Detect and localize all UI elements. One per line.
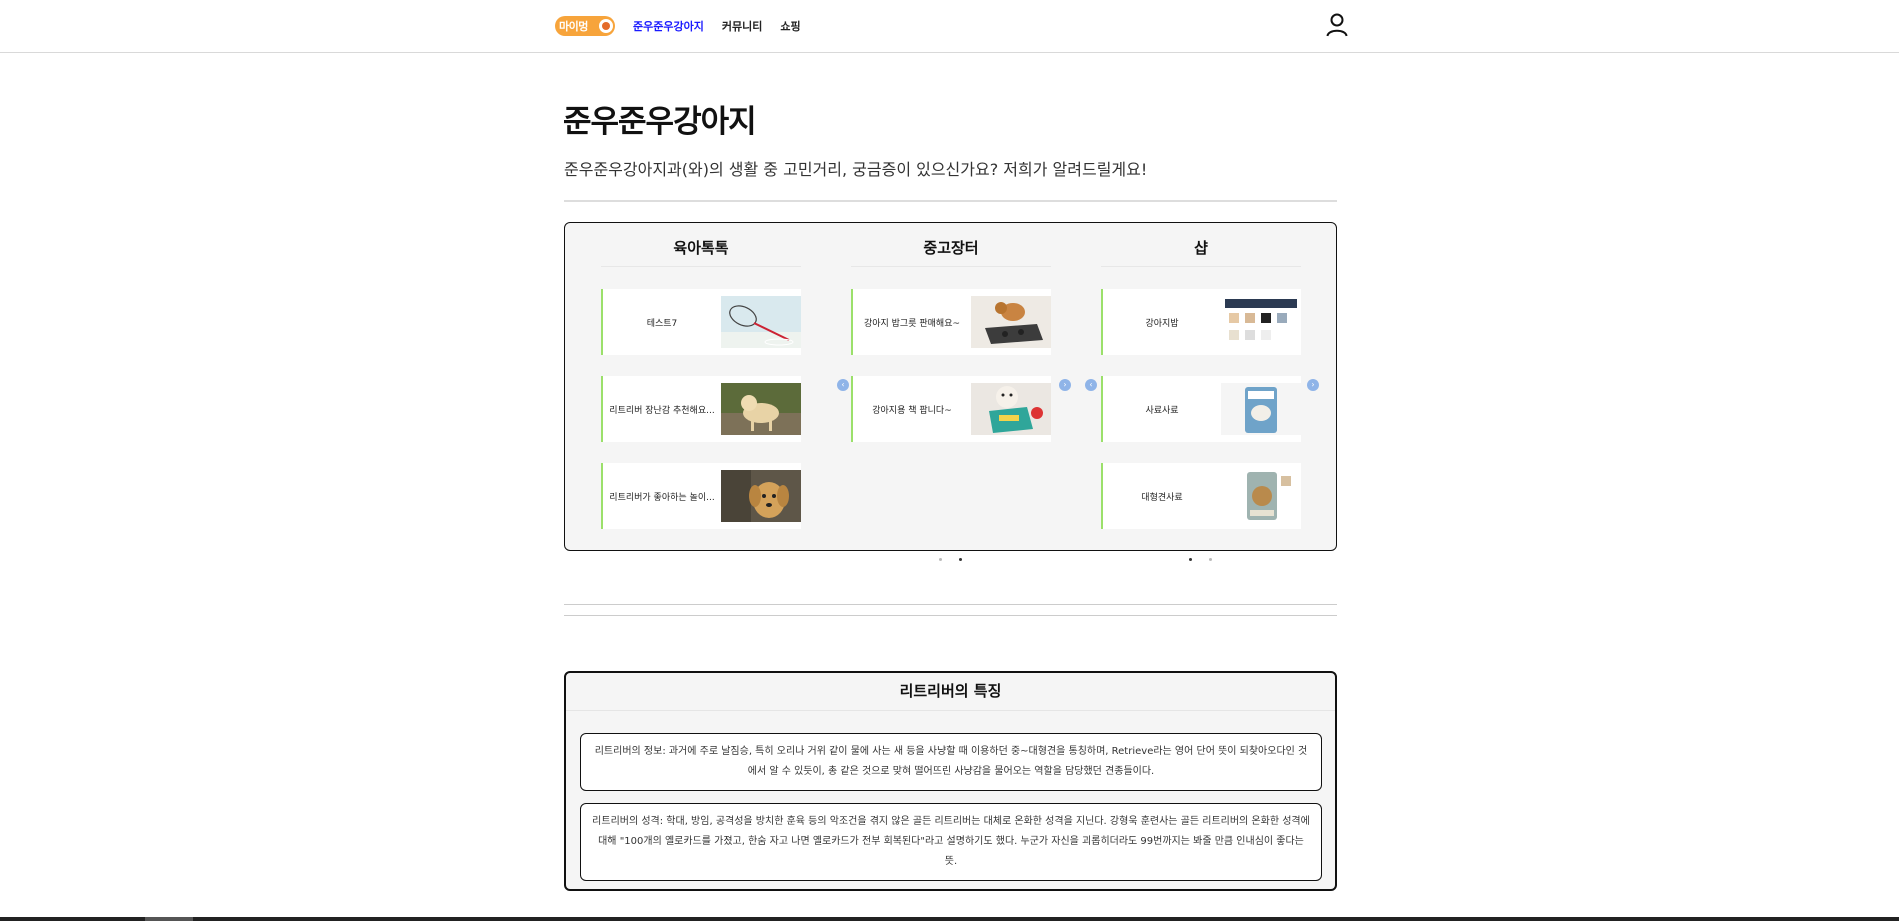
breed-personality-box: 리트리버의 성격: 학대, 방임, 공격성을 방치한 훈육 등의 악조건을 겪지…	[580, 803, 1322, 881]
puppy-book-image	[971, 383, 1051, 435]
carousel-next-icon[interactable]: ›	[1059, 379, 1071, 391]
carousel-dot[interactable]	[939, 558, 942, 561]
carousel-dot-active[interactable]	[1189, 558, 1192, 561]
large-dog-food-bag-image	[1221, 470, 1301, 522]
card-title: 리트리버가 좋아하는 놀이...	[609, 492, 715, 503]
board-card[interactable]: 리트리버가 좋아하는 놀이...	[601, 463, 801, 529]
board-card[interactable]: 강아지밥	[1101, 289, 1301, 355]
board-card[interactable]: 대형견사료	[1101, 463, 1301, 529]
bottom-bar	[0, 917, 1899, 921]
divider	[851, 266, 1051, 267]
divider	[566, 710, 1335, 711]
dog-bowl-image	[971, 296, 1051, 348]
card-title: 강아지용 책 팝니다~	[872, 405, 952, 416]
board-card[interactable]: 리트리버 장난감 추천해요...	[601, 376, 801, 442]
carousel-prev-icon[interactable]: ‹	[1085, 379, 1097, 391]
breed-features-panel: 리트리버의 특징 리트리버의 정보: 과거에 주로 날짐승, 특히 오리나 거위…	[564, 671, 1337, 891]
top-header: 마이멍 준우준우강아지 커뮤니티 쇼핑	[0, 0, 1899, 53]
nav-item-community[interactable]: 커뮤니티	[722, 20, 762, 33]
carousel-dot-active[interactable]	[959, 558, 962, 561]
divider	[564, 604, 1337, 605]
badminton-racket-image	[721, 296, 801, 348]
dog-food-page-image	[1221, 296, 1301, 348]
page-subtitle: 준우준우강아지과(와)의 생활 중 고민거리, 궁금증이 있으신가요? 저희가 …	[564, 160, 1148, 179]
board-card[interactable]: 사료사료	[1101, 376, 1301, 442]
board-card[interactable]: 강아지 밥그릇 판매해요~	[851, 289, 1051, 355]
dog-logo-icon	[599, 19, 613, 33]
board-title-parenting: 육아톡톡	[673, 239, 729, 257]
boards-panel: 육아톡톡 테스트7 리트리버 장난감 추천해요... 리트리버가 좋아하는 놀이…	[564, 222, 1337, 551]
card-title: 리트리버 장난감 추천해요...	[609, 405, 715, 416]
carousel-dot[interactable]	[1209, 558, 1212, 561]
board-card[interactable]: 테스트7	[601, 289, 801, 355]
card-title: 사료사료	[1145, 405, 1179, 416]
carousel-next-icon[interactable]: ›	[1307, 379, 1319, 391]
nav-item-my-dog[interactable]: 준우준우강아지	[633, 20, 704, 33]
kibble-bag-image	[1221, 383, 1301, 435]
retriever-outdoor-image	[721, 383, 801, 435]
board-title-shop: 샵	[1194, 239, 1208, 257]
divider	[1101, 266, 1301, 267]
breed-info-box: 리트리버의 정보: 과거에 주로 날짐승, 특히 오리나 거위 같이 물에 사는…	[580, 733, 1322, 791]
user-profile-icon[interactable]	[1326, 13, 1348, 37]
divider	[564, 615, 1337, 616]
logo-text: 마이멍	[559, 20, 588, 33]
board-card[interactable]: 강아지용 책 팝니다~	[851, 376, 1051, 442]
card-title: 테스트7	[646, 318, 678, 329]
carousel-prev-icon[interactable]: ‹	[837, 379, 849, 391]
card-title: 강아지밥	[1145, 318, 1179, 329]
card-title: 강아지 밥그릇 판매해요~	[863, 318, 961, 329]
page-title: 준우준우강아지	[563, 104, 757, 140]
card-title: 대형견사료	[1141, 492, 1183, 503]
nav-item-shopping[interactable]: 쇼핑	[780, 20, 800, 33]
divider	[601, 266, 801, 267]
main-nav: 준우준우강아지 커뮤니티 쇼핑	[633, 18, 819, 34]
divider	[564, 200, 1337, 202]
site-logo[interactable]: 마이멍	[555, 16, 615, 36]
golden-retriever-image	[721, 470, 801, 522]
board-title-used-market: 중고장터	[923, 239, 979, 257]
scrollbar-thumb[interactable]	[145, 917, 193, 921]
features-title: 리트리버의 특징	[899, 682, 1002, 700]
